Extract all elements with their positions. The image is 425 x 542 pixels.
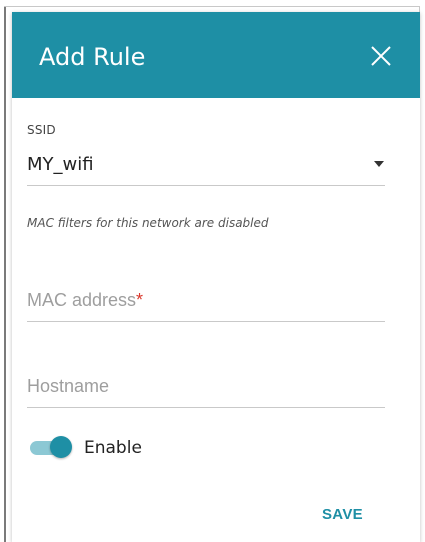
close-button[interactable]: [367, 42, 395, 70]
mac-filter-note: MAC filters for this network are disable…: [27, 216, 269, 230]
dialog-title: Add Rule: [39, 43, 146, 71]
caret-down-icon: [374, 161, 384, 167]
window-frame: Add Rule SSID MY_wifi MAC filters for th…: [0, 0, 425, 542]
window-border-top: [4, 6, 420, 7]
add-rule-dialog: Add Rule: [12, 12, 420, 542]
mac-address-underline: [27, 321, 385, 322]
window-border-left: [4, 6, 6, 542]
hostname-field[interactable]: Hostname: [27, 366, 385, 408]
save-button[interactable]: SAVE: [322, 506, 363, 523]
mac-address-input[interactable]: [27, 280, 385, 320]
hostname-underline: [27, 407, 385, 408]
ssid-select[interactable]: MY_wifi: [27, 148, 385, 186]
ssid-label: SSID: [27, 123, 56, 137]
enable-label: Enable: [84, 438, 142, 458]
close-icon: [371, 46, 391, 66]
enable-toggle[interactable]: [30, 436, 72, 460]
dialog-header: Add Rule: [12, 12, 420, 98]
hostname-input[interactable]: [27, 366, 385, 406]
mac-address-field[interactable]: MAC address*: [27, 280, 385, 322]
ssid-value: MY_wifi: [27, 154, 94, 175]
ssid-underline: [27, 185, 385, 186]
toggle-thumb: [50, 436, 72, 458]
